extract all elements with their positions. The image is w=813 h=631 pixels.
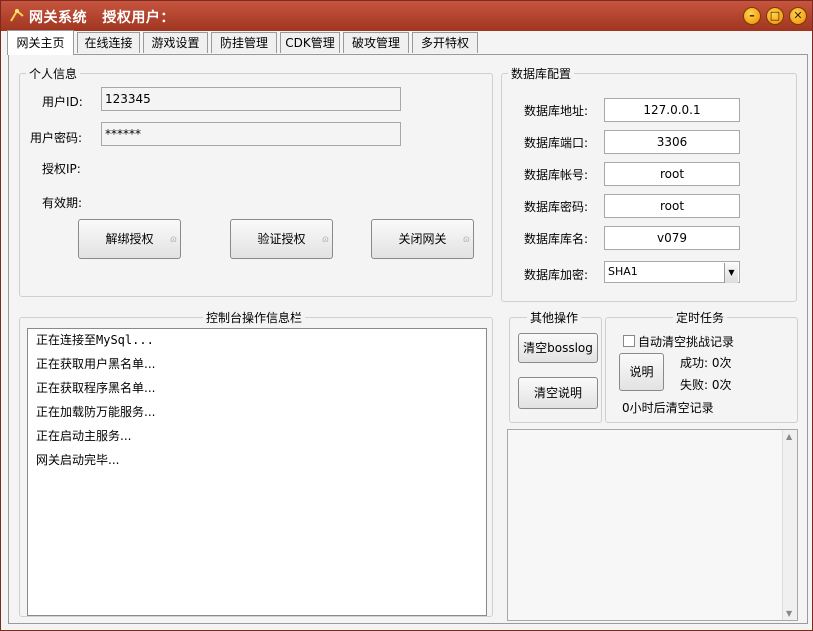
close-button[interactable]: ✕: [789, 7, 807, 25]
tab-online-connections[interactable]: 在线连接: [77, 32, 140, 53]
minimize-button[interactable]: –: [743, 7, 761, 25]
db-port-input[interactable]: 3306: [604, 130, 740, 154]
user-id-label: 用户ID:: [42, 95, 83, 109]
log-line: 正在获取用户黑名单...: [36, 357, 156, 371]
db-name-input[interactable]: v079: [604, 226, 740, 250]
tab-cdk-management[interactable]: CDK管理: [280, 32, 340, 53]
db-encrypt-select[interactable]: SHA1 ▼: [604, 261, 740, 283]
chevron-down-icon[interactable]: ▼: [724, 263, 738, 283]
scroll-up-icon[interactable]: ▲: [786, 432, 792, 441]
clear-bosslog-button[interactable]: 清空bosslog: [518, 333, 598, 363]
window-title: 网关系统 授权用户：: [29, 7, 175, 27]
db-password-label: 数据库密码:: [524, 200, 589, 214]
maximize-button[interactable]: □: [766, 7, 784, 25]
app-name: 网关系统: [29, 10, 87, 26]
corner-curl-icon: ɷ: [462, 234, 470, 245]
db-address-input[interactable]: 127.0.0.1: [604, 98, 740, 122]
password-label: 用户密码:: [30, 131, 83, 145]
scroll-down-icon[interactable]: ▼: [786, 609, 792, 618]
tab-anti-cheat[interactable]: 防挂管理: [211, 32, 277, 53]
user-id-input[interactable]: 123345: [101, 87, 401, 111]
close-gateway-label: 关闭网关: [398, 232, 447, 246]
personal-info-group: 个人信息 用户ID: 123345 用户密码: ****** 授权IP: 有效期…: [19, 65, 493, 297]
close-gateway-button[interactable]: 关闭网关 ɷ: [371, 219, 474, 259]
tab-game-settings[interactable]: 游戏设置: [143, 32, 208, 53]
tab-break-attack[interactable]: 破攻管理: [343, 32, 409, 53]
verify-auth-label: 验证授权: [257, 232, 306, 246]
auto-clear-label: 自动清空挑战记录: [638, 335, 735, 349]
db-port-label: 数据库端口:: [524, 136, 589, 150]
log-line: 网关启动完毕...: [36, 453, 120, 467]
verify-auth-button[interactable]: 验证授权 ɷ: [230, 219, 333, 259]
corner-curl-icon: ɷ: [321, 234, 329, 245]
database-config-group: 数据库配置 数据库地址: 127.0.0.1 数据库端口: 3306 数据库帐号…: [501, 65, 797, 302]
log-line: 正在连接至MySql...: [36, 333, 154, 347]
db-name-label: 数据库库名:: [524, 232, 589, 246]
log-line: 正在加载防万能服务...: [36, 405, 156, 419]
tab-home[interactable]: 网关主页: [7, 30, 74, 55]
tab-multi-open[interactable]: 多开特权: [412, 32, 478, 53]
app-logo-icon: [10, 9, 24, 22]
console-log[interactable]: 正在连接至MySql... 正在获取用户黑名单... 正在获取程序黑名单... …: [27, 328, 487, 616]
other-ops-group: 其他操作 清空bosslog 清空说明: [509, 309, 602, 423]
personal-info-title: 个人信息: [26, 65, 81, 82]
title-bar[interactable]: 网关系统 授权用户： – □ ✕: [1, 1, 812, 31]
db-account-input[interactable]: root: [604, 162, 740, 186]
console-title: 控制台操作信息栏: [203, 309, 306, 326]
auth-user-label: 授权用户：: [102, 10, 175, 26]
unbind-auth-label: 解绑授权: [105, 232, 154, 246]
clear-desc-button[interactable]: 清空说明: [518, 377, 598, 409]
log-line: 正在获取程序黑名单...: [36, 381, 156, 395]
clear-after-label: 0小时后清空记录: [622, 401, 714, 415]
log-line: 正在启动主服务...: [36, 429, 132, 443]
console-group: 控制台操作信息栏 正在连接至MySql... 正在获取用户黑名单... 正在获取…: [19, 309, 493, 617]
main-window: 网关系统 授权用户： – □ ✕ 网关主页 在线连接 游戏设置 防挂管理 CDK…: [0, 0, 813, 631]
password-input[interactable]: ******: [101, 122, 401, 146]
scheduled-task-title: 定时任务: [673, 309, 728, 326]
db-password-input[interactable]: root: [604, 194, 740, 218]
database-config-title: 数据库配置: [508, 65, 575, 82]
vertical-scrollbar[interactable]: ▲ ▼: [782, 430, 797, 620]
corner-curl-icon: ɷ: [169, 234, 177, 245]
db-encrypt-label: 数据库加密:: [524, 268, 589, 282]
auto-clear-checkbox[interactable]: [623, 335, 635, 347]
db-encrypt-value: SHA1: [608, 265, 638, 278]
explain-button[interactable]: 说明: [619, 353, 664, 391]
unbind-auth-button[interactable]: 解绑授权 ɷ: [78, 219, 181, 259]
fail-count: 失败: 0次: [680, 378, 732, 392]
description-textarea[interactable]: ▲ ▼: [507, 429, 798, 621]
expiry-label: 有效期:: [42, 196, 83, 210]
db-address-label: 数据库地址:: [524, 104, 589, 118]
db-account-label: 数据库帐号:: [524, 168, 589, 182]
scheduled-task-group: 定时任务 自动清空挑战记录 说明 成功: 0次 失败: 0次 0小时后清空记录: [605, 309, 798, 423]
success-count: 成功: 0次: [680, 356, 732, 370]
auth-ip-label: 授权IP:: [42, 162, 81, 176]
other-ops-title: 其他操作: [527, 309, 582, 326]
home-panel: 个人信息 用户ID: 123345 用户密码: ****** 授权IP: 有效期…: [8, 54, 808, 624]
